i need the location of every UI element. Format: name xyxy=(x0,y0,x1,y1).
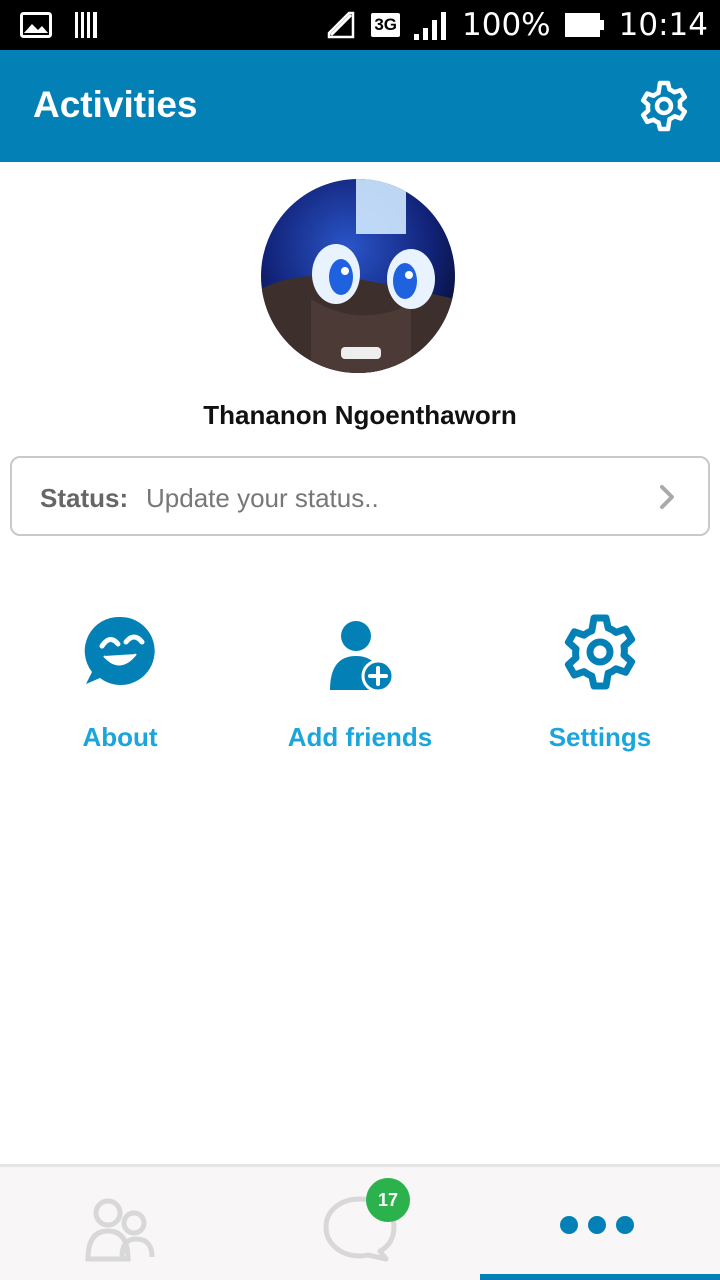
status-input[interactable]: Update your status.. xyxy=(146,483,379,514)
settings-label: Settings xyxy=(548,722,652,752)
settings-button[interactable]: Settings xyxy=(480,612,720,772)
status-label: Status: xyxy=(40,483,129,513)
gear-icon[interactable] xyxy=(638,80,690,132)
page-title: Activities xyxy=(33,84,198,125)
tab-chats[interactable] xyxy=(240,1167,480,1280)
add-friends-button[interactable]: Add friends xyxy=(240,612,480,772)
friends-icon xyxy=(85,1198,155,1262)
clock: 10:14 xyxy=(618,7,708,43)
add-friends-label: Add friends xyxy=(287,722,433,752)
smiley-chat-icon xyxy=(84,616,155,685)
about-button[interactable]: About xyxy=(0,612,240,772)
chevron-right-icon xyxy=(660,485,674,509)
about-label: About xyxy=(82,722,158,752)
status-field[interactable]: Status: Update your status.. xyxy=(10,456,710,536)
battery-icon xyxy=(564,13,604,37)
tab-friends[interactable] xyxy=(0,1167,240,1280)
no-sim-icon xyxy=(328,11,355,39)
gallery-icon xyxy=(20,12,52,38)
add-user-icon xyxy=(330,621,395,692)
active-tab-indicator xyxy=(480,1274,720,1280)
network-type-badge: 3G xyxy=(371,13,401,37)
gear-icon xyxy=(564,614,636,690)
profile-name: Thananon Ngoenthaworn xyxy=(203,400,517,430)
avatar[interactable] xyxy=(261,179,455,373)
barcode-icon xyxy=(75,12,97,38)
signal-icon xyxy=(414,12,447,40)
app-bar: Activities xyxy=(0,50,720,162)
more-icon xyxy=(560,1216,634,1234)
chats-unread-badge: 17 xyxy=(366,1178,410,1222)
battery-percent: 100% xyxy=(462,7,551,43)
system-status-bar: 3G 100% 10:14 xyxy=(0,0,720,50)
